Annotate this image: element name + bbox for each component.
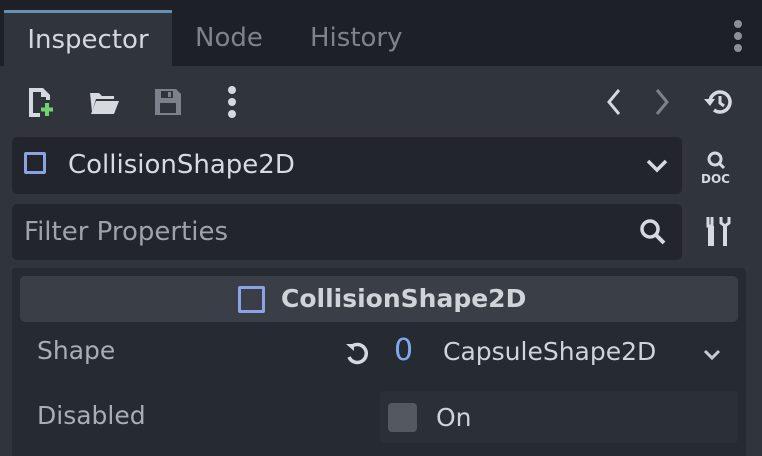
back-icon[interactable] — [596, 84, 632, 120]
disabled-checkbox-field[interactable] — [380, 391, 738, 443]
tab-history[interactable]: History — [310, 10, 403, 66]
section-node-icon — [238, 286, 265, 313]
section-title: CollisionShape2D — [281, 284, 527, 313]
new-resource-icon[interactable] — [23, 84, 59, 120]
dock-menu-icon[interactable] — [730, 16, 746, 56]
tools-icon[interactable] — [700, 212, 736, 250]
disabled-property-label: Disabled — [37, 401, 146, 430]
shape-resource-index[interactable]: 0 — [394, 331, 413, 371]
node-selector-name: CollisionShape2D — [68, 150, 295, 180]
filter-properties-input[interactable] — [24, 210, 624, 254]
open-folder-icon[interactable] — [86, 84, 122, 120]
shape-value[interactable]: CapsuleShape2D — [443, 334, 656, 370]
more-vertical-icon[interactable] — [214, 84, 250, 120]
tab-node[interactable]: Node — [195, 10, 263, 66]
chevron-down-icon[interactable] — [640, 150, 674, 182]
forward-icon[interactable] — [644, 84, 680, 120]
node-type-icon — [24, 152, 46, 174]
shape-property-label: Shape — [37, 336, 116, 365]
tab-inspector[interactable]: Inspector — [4, 10, 172, 66]
save-icon[interactable] — [150, 84, 186, 120]
svg-text:DOC: DOC — [701, 172, 730, 185]
chevron-down-icon[interactable] — [700, 344, 724, 366]
disabled-checkbox-label: On — [436, 403, 472, 432]
history-icon[interactable] — [700, 84, 736, 120]
doc-icon[interactable]: DOC — [698, 147, 738, 187]
disabled-checkbox[interactable] — [388, 403, 417, 432]
search-icon — [636, 215, 670, 249]
revert-icon[interactable] — [340, 336, 376, 370]
